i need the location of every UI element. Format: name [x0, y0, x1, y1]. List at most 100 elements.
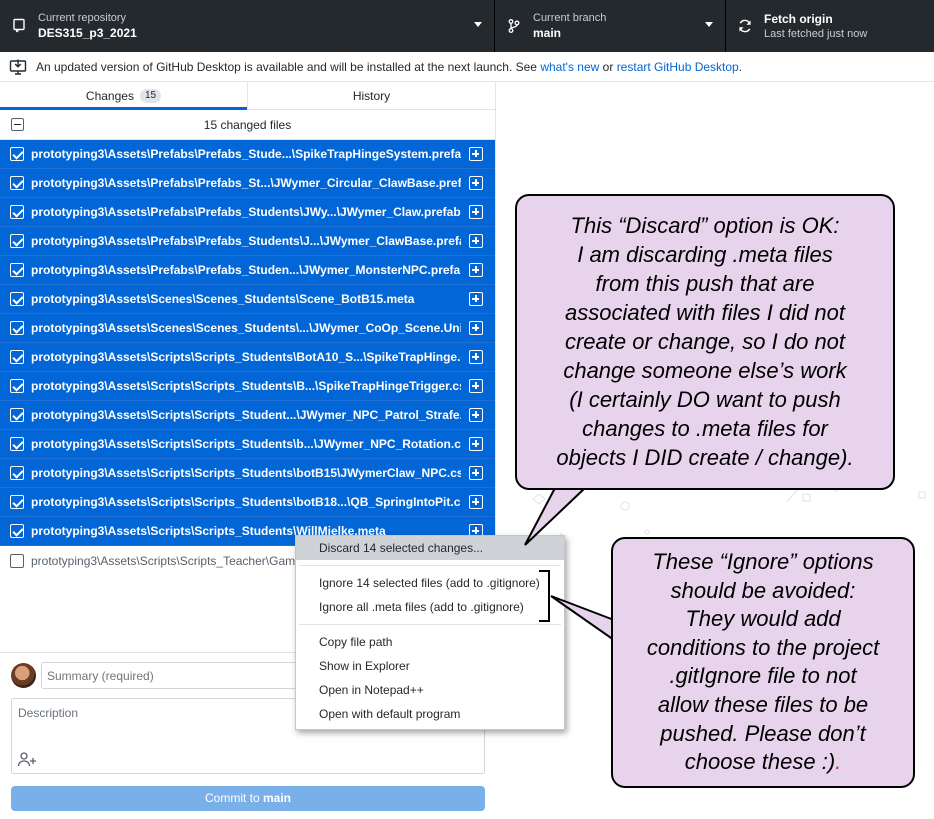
file-row[interactable]: prototyping3\Assets\Scripts\Scripts_Stud…	[0, 459, 495, 488]
callout-line: choose these :).	[613, 748, 913, 777]
file-checkbox[interactable]	[10, 437, 24, 451]
diff-added-icon	[469, 495, 483, 509]
file-path: prototyping3\Assets\Prefabs\Prefabs_Stud…	[31, 147, 461, 161]
file-checkbox[interactable]	[10, 263, 24, 277]
file-row[interactable]: prototyping3\Assets\Prefabs\Prefabs_St..…	[0, 169, 495, 198]
changed-files-header: 15 changed files	[0, 110, 495, 140]
file-path: prototyping3\Assets\Prefabs\Prefabs_Stud…	[31, 234, 461, 248]
menu-open-notepad[interactable]: Open in Notepad++	[296, 678, 564, 702]
desktop-download-icon	[0, 59, 36, 75]
file-row[interactable]: prototyping3\Assets\Prefabs\Prefabs_Stud…	[0, 198, 495, 227]
file-checkbox[interactable]	[10, 321, 24, 335]
menu-ignore-meta[interactable]: Ignore all .meta files (add to .gitignor…	[296, 595, 564, 619]
file-row[interactable]: prototyping3\Assets\Scripts\Scripts_Stud…	[0, 401, 495, 430]
branch-label: Current branch	[533, 12, 607, 24]
file-row[interactable]: prototyping3\Assets\Scripts\Scripts_Stud…	[0, 372, 495, 401]
file-context-menu: Discard 14 selected changes... Ignore 14…	[295, 535, 565, 730]
file-path: prototyping3\Assets\Prefabs\Prefabs_Stud…	[31, 263, 461, 277]
diff-added-icon	[469, 263, 483, 277]
callout-line: I am discarding .meta files	[577, 242, 833, 267]
commit-button[interactable]: Commit to main	[11, 786, 485, 811]
file-row[interactable]: prototyping3\Assets\Scripts\Scripts_Stud…	[0, 343, 495, 372]
callout-line: create or change, so I do not	[564, 329, 846, 354]
diff-added-icon	[469, 437, 483, 451]
file-path: prototyping3\Assets\Scenes\Scenes_Studen…	[31, 321, 461, 335]
callout-line: should be avoided:	[613, 577, 913, 606]
avatar	[11, 663, 36, 688]
file-row[interactable]: prototyping3\Assets\Prefabs\Prefabs_Stud…	[0, 256, 495, 285]
file-row[interactable]: prototyping3\Assets\Prefabs\Prefabs_Stud…	[0, 140, 495, 169]
file-checkbox[interactable]	[10, 147, 24, 161]
menu-show-explorer[interactable]: Show in Explorer	[296, 654, 564, 678]
banner-message: An updated version of GitHub Desktop is …	[36, 59, 537, 74]
file-checkbox[interactable]	[10, 524, 24, 538]
branch-selector[interactable]: Current branch main	[495, 0, 726, 52]
diff-added-icon	[469, 147, 483, 161]
file-row[interactable]: prototyping3\Assets\Prefabs\Prefabs_Stud…	[0, 227, 495, 256]
file-checkbox[interactable]	[10, 495, 24, 509]
select-all-checkbox[interactable]	[11, 118, 24, 131]
fetch-status: Last fetched just now	[764, 28, 868, 40]
menu-ignore-selected[interactable]: Ignore 14 selected files (add to .gitign…	[296, 571, 564, 595]
add-coauthor-icon[interactable]	[17, 751, 37, 767]
file-path: prototyping3\Assets\Scripts\Scripts_Stud…	[31, 350, 461, 364]
diff-added-icon	[469, 350, 483, 364]
callout-line: These “Ignore” options	[613, 548, 913, 577]
callout-line: change someone else’s work	[563, 358, 847, 383]
file-path: prototyping3\Assets\Scripts\Scripts_Stud…	[31, 466, 461, 480]
callout-line-text: They would add	[685, 606, 841, 632]
tab-changes-label: Changes	[85, 88, 134, 103]
menu-discard-changes[interactable]: Discard 14 selected changes...	[296, 536, 564, 560]
banner-or: or	[602, 59, 614, 74]
callout-line: This “Discard” option is OK:	[570, 213, 840, 238]
sync-icon	[726, 18, 764, 34]
menu-open-default[interactable]: Open with default program	[296, 702, 564, 726]
file-row[interactable]: prototyping3\Assets\Scenes\Scenes_Studen…	[0, 314, 495, 343]
callout-line: conditions to the project	[613, 634, 913, 663]
repository-selector[interactable]: Current repository DES315_p3_2021	[0, 0, 495, 52]
tab-history[interactable]: History	[247, 82, 495, 109]
file-checkbox[interactable]	[10, 553, 24, 568]
file-checkbox[interactable]	[10, 466, 24, 480]
file-checkbox[interactable]	[10, 292, 24, 306]
banner-period: .	[738, 59, 743, 74]
restart-link[interactable]: restart GitHub Desktop	[617, 60, 739, 74]
file-path: prototyping3\Assets\Scripts\Scripts_Stud…	[31, 379, 461, 393]
diff-added-icon	[469, 176, 483, 190]
chevron-down-icon	[705, 22, 713, 27]
menu-copy-path[interactable]: Copy file path	[296, 630, 564, 654]
description-placeholder: Description	[18, 706, 79, 720]
callout-line: (I certainly DO want to push	[569, 387, 841, 412]
repo-name: DES315_p3_2021	[38, 26, 137, 40]
callout-line: They would add	[613, 605, 913, 634]
file-row[interactable]: prototyping3\Assets\Scenes\Scenes_Studen…	[0, 285, 495, 314]
file-row[interactable]: prototyping3\Assets\Scripts\Scripts_Stud…	[0, 488, 495, 517]
callout-line-text: should be avoided:	[670, 577, 856, 603]
diff-added-icon	[469, 466, 483, 480]
file-checkbox[interactable]	[10, 350, 24, 364]
file-row[interactable]: prototyping3\Assets\Scripts\Scripts_Stud…	[0, 430, 495, 459]
repo-icon	[0, 18, 38, 34]
file-checkbox[interactable]	[10, 379, 24, 393]
menu-separator	[299, 565, 561, 566]
file-checkbox[interactable]	[10, 176, 24, 190]
file-checkbox[interactable]	[10, 234, 24, 248]
callout-line: changes to .meta files for	[582, 416, 828, 441]
file-path: prototyping3\Assets\Scripts\Scripts_Stud…	[31, 437, 461, 451]
callout-line-text: pushed. Please don’t	[660, 720, 866, 746]
callout-period: .	[835, 749, 842, 775]
file-path: prototyping3\Assets\Scripts\Scripts_Stud…	[31, 408, 461, 422]
repo-label: Current repository	[38, 12, 127, 24]
whats-new-link[interactable]: what's new	[540, 60, 599, 74]
menu-separator	[299, 624, 561, 625]
file-checkbox[interactable]	[10, 205, 24, 219]
file-path: prototyping3\Assets\Prefabs\Prefabs_St..…	[31, 176, 461, 190]
callout-line-text: allow these files to be	[657, 691, 869, 717]
tab-bar: Changes 15 History	[0, 82, 495, 110]
callout-line: .gitIgnore file to not	[613, 662, 913, 691]
fetch-origin-button[interactable]: Fetch origin Last fetched just now	[726, 0, 934, 52]
tab-changes[interactable]: Changes 15	[0, 82, 247, 110]
diff-added-icon	[469, 408, 483, 422]
file-checkbox[interactable]	[10, 408, 24, 422]
diff-added-icon	[469, 292, 483, 306]
